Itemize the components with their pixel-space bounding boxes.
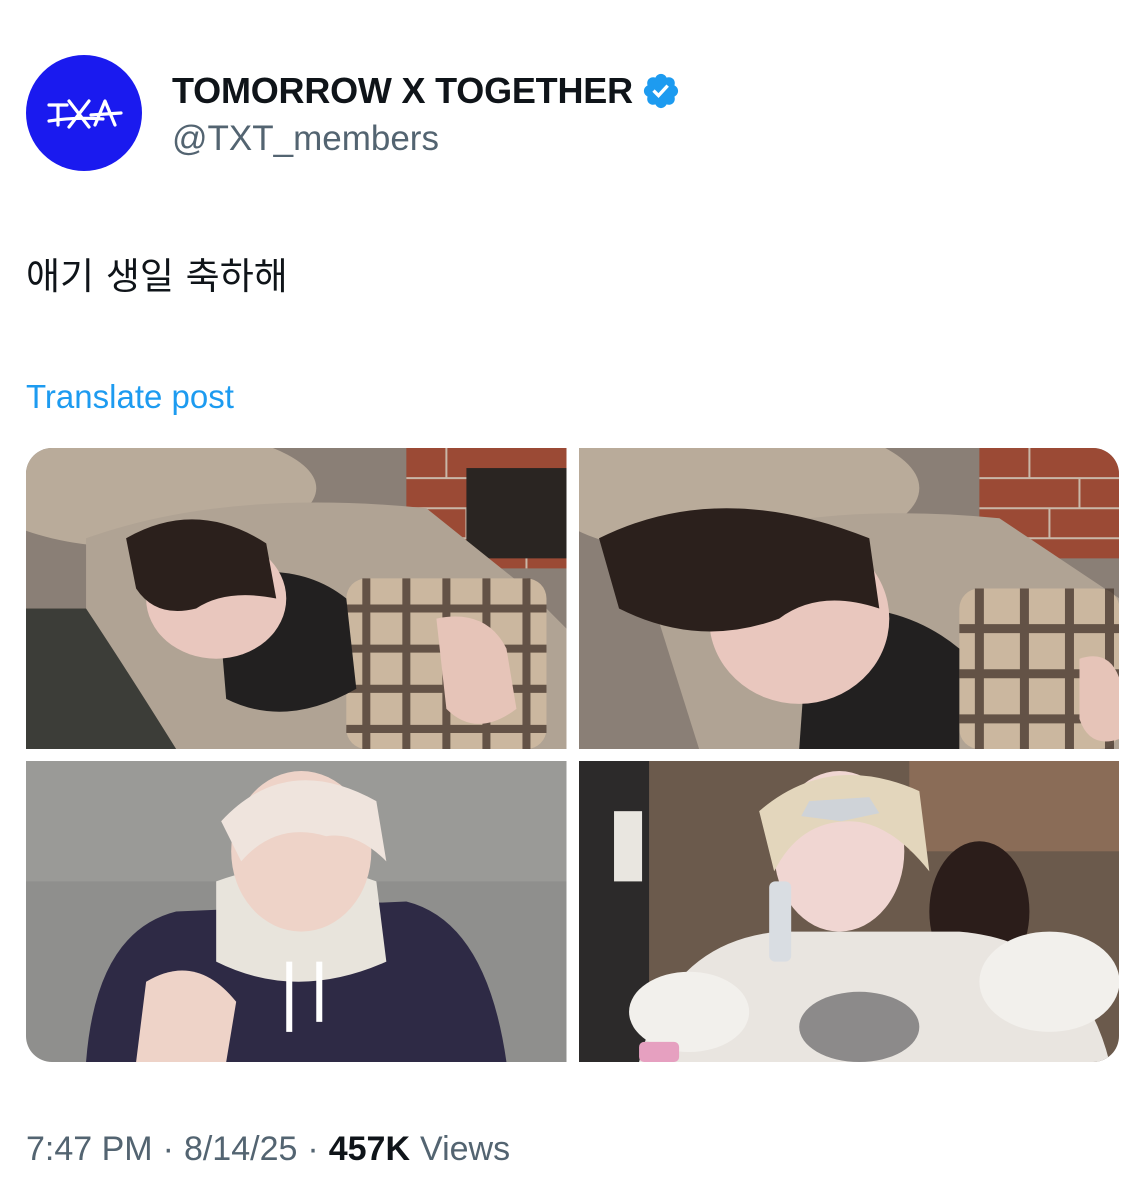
post-date[interactable]: 8/14/25 — [184, 1130, 297, 1169]
display-name-row: TOMORROW X TOGETHER — [172, 67, 681, 115]
avatar[interactable] — [26, 55, 142, 171]
views-label: Views — [420, 1130, 511, 1168]
photo-1-sleeping-on-sofa[interactable] — [26, 448, 567, 749]
photo-4-phone-call-stage-outfit[interactable] — [578, 761, 1119, 1062]
photo-3-hoodie-portrait[interactable] — [26, 761, 567, 1062]
photo-2-sleeping-closeup[interactable] — [578, 448, 1119, 749]
translate-post-link[interactable]: Translate post — [26, 378, 234, 416]
post-text: 애기 생일 축하해 — [26, 255, 288, 298]
media-grid — [26, 448, 1119, 1062]
verified-badge-icon — [641, 71, 681, 111]
account-names: TOMORROW X TOGETHER @TXT_members — [172, 67, 681, 159]
account-handle[interactable]: @TXT_members — [172, 119, 681, 159]
post-header: TOMORROW X TOGETHER @TXT_members — [26, 55, 681, 171]
txt-logo-icon — [47, 99, 123, 129]
post-time[interactable]: 7:47 PM — [26, 1130, 153, 1169]
display-name[interactable]: TOMORROW X TOGETHER — [172, 70, 633, 112]
views-count: 457K — [328, 1130, 411, 1168]
separator: · — [307, 1130, 319, 1168]
post-meta: 7:47 PM · 8/14/25 · 457K Views — [26, 1130, 510, 1169]
separator: · — [162, 1130, 174, 1168]
